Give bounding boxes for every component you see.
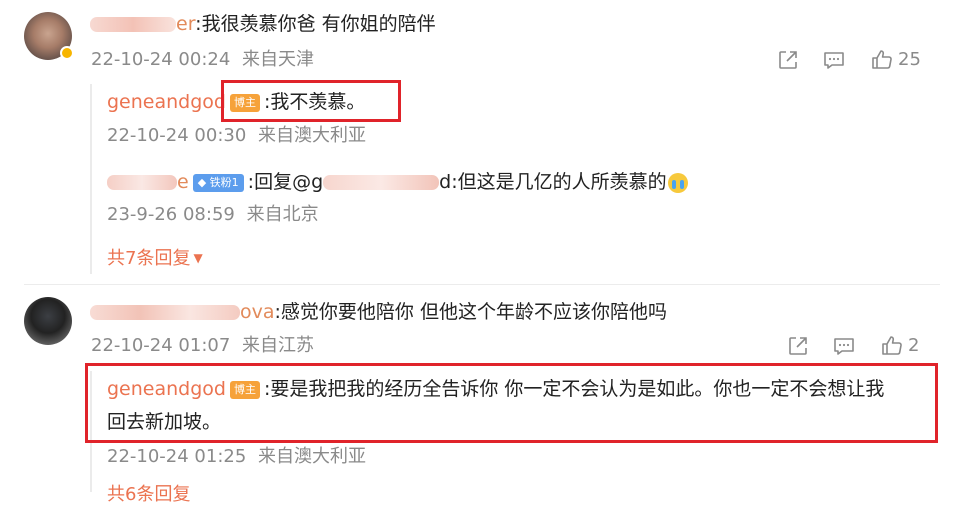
reply-date: 22-10-24 00:30 <box>107 125 247 146</box>
dropdown-arrow-icon: ▼ <box>193 251 203 265</box>
reply-location: 来自澳大利亚 <box>258 446 367 467</box>
comment-icon[interactable] <box>822 48 846 72</box>
reply-mention-end[interactable]: d <box>439 171 451 193</box>
fan-badge: ◆ 铁粉1 <box>192 173 244 192</box>
comment-actions: 2 <box>786 334 919 358</box>
more-replies-link[interactable]: 共7条回复 ▼ <box>107 246 203 271</box>
reply-text-line2: 回去新加坡。 <box>107 411 222 433</box>
crying-emoji <box>667 172 688 193</box>
comment-actions: 25 <box>776 48 921 72</box>
comment-date: 22-10-24 01:07 <box>91 335 231 356</box>
blurred-mention <box>323 175 440 190</box>
reply-meta: 23-9-26 08:59 来自北京 <box>107 203 319 227</box>
comment-2: ova:感觉你要他陪你 但他这个年龄不应该你陪他吗 22-10-24 01:07… <box>0 285 960 505</box>
reply-text-line1: :要是我把我的经历全告诉你 你一定不会认为是如此。你也一定不会想让我 <box>263 378 885 400</box>
comment-icon[interactable] <box>832 334 856 358</box>
comment-meta: 22-10-24 01:07 来自江苏 <box>91 334 314 358</box>
reply-prefix[interactable]: :回复@g <box>248 171 323 193</box>
comment-text: er:我很羡慕你爸 有你姐的陪伴 <box>90 12 436 36</box>
comment-1: er:我很羡慕你爸 有你姐的陪伴 22-10-24 00:24 来自天津 25 … <box>0 0 960 285</box>
username-fragment[interactable]: e <box>177 171 189 193</box>
reply-username[interactable]: geneandgod <box>107 91 226 113</box>
more-replies-link[interactable]: 共6条回复 <box>107 483 190 507</box>
like-count: 2 <box>908 335 920 356</box>
username-fragment[interactable]: er <box>176 13 195 35</box>
reply-text: :但这是几亿的人所羡慕的 <box>451 171 667 193</box>
reply-meta: 22-10-24 01:25 来自澳大利亚 <box>107 445 366 469</box>
share-icon[interactable] <box>786 334 810 358</box>
reply-location: 来自北京 <box>246 204 319 225</box>
avatar[interactable] <box>24 297 72 345</box>
reply-date: 23-9-26 08:59 <box>107 204 235 225</box>
verified-badge-icon <box>60 46 74 60</box>
like-icon[interactable] <box>880 334 904 358</box>
comment-location: 来自江苏 <box>242 335 315 356</box>
reply-meta: 22-10-24 00:30 来自澳大利亚 <box>107 124 366 148</box>
reply-date: 22-10-24 01:25 <box>107 446 247 467</box>
blurred-username[interactable] <box>90 17 176 32</box>
highlight-box <box>221 80 401 122</box>
blurred-username[interactable] <box>107 175 177 190</box>
blurred-username[interactable] <box>90 305 240 320</box>
comment-location: 来自天津 <box>242 49 315 70</box>
comment-text: ova:感觉你要他陪你 但他这个年龄不应该你陪他吗 <box>90 300 667 324</box>
like-icon[interactable] <box>870 48 894 72</box>
reply-username[interactable]: geneandgod <box>107 378 226 400</box>
like-count: 25 <box>898 49 921 70</box>
username-fragment[interactable]: ova <box>240 301 275 323</box>
reply-1: geneandgod 博主:要是我把我的经历全告诉你 你一定不会认为是如此。你也一… <box>107 377 884 401</box>
share-icon[interactable] <box>776 48 800 72</box>
comment-meta: 22-10-24 00:24 来自天津 <box>91 48 314 72</box>
comment-date: 22-10-24 00:24 <box>91 49 231 70</box>
reply-2: e ◆ 铁粉1:回复@g d:但这是几亿的人所羡慕的 <box>107 170 688 194</box>
host-badge: 博主 <box>229 380 260 399</box>
reply-location: 来自澳大利亚 <box>258 125 367 146</box>
